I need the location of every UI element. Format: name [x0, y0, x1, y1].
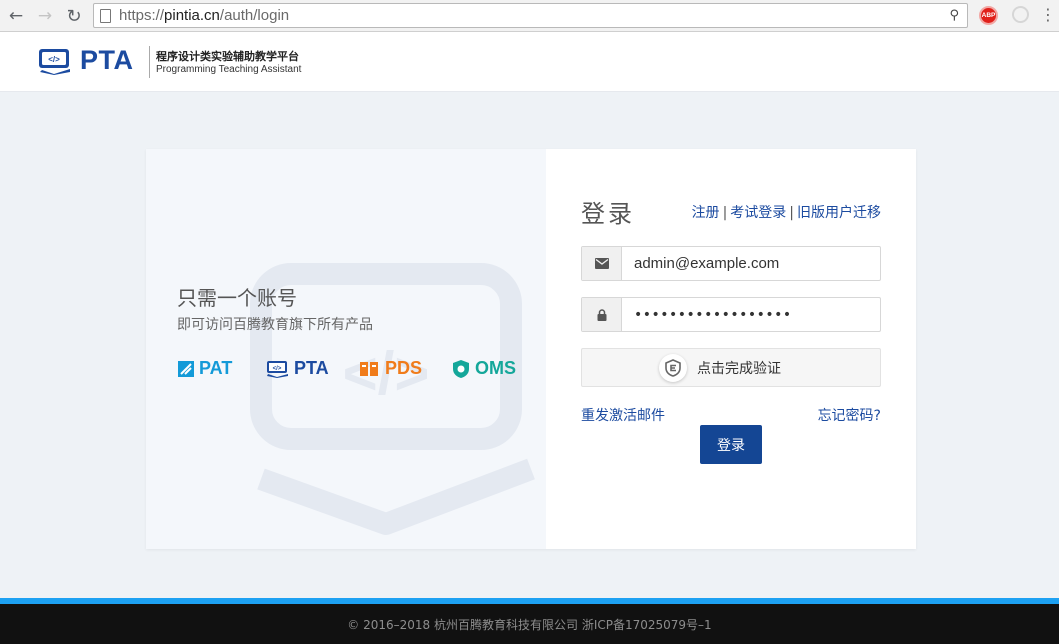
captcha-label: 点击完成验证 — [697, 360, 781, 377]
brand-oms[interactable]: OMS — [451, 358, 516, 379]
logo-divider — [149, 46, 150, 78]
pat-icon — [178, 360, 194, 377]
captcha-shield-icon — [659, 353, 687, 382]
back-icon[interactable]: ← — [4, 4, 28, 28]
login-panel: 登录 注册|考试登录|旧版用户迁移 •••••••••••••••••• 点击完… — [546, 149, 916, 549]
envelope-icon — [594, 258, 609, 269]
brand-pat[interactable]: PAT — [177, 358, 232, 379]
logo-title-en: Programming Teaching Assistant — [156, 64, 302, 75]
captcha-button[interactable]: 点击完成验证 — [581, 348, 881, 387]
svg-text:</>: </> — [273, 366, 282, 372]
browser-toolbar: ← → ↻ https://pintia.cn/auth/login ⚲ ABP… — [0, 0, 1059, 32]
pta-icon: </> — [267, 360, 288, 378]
svg-text:</>: </> — [48, 55, 60, 64]
brand-pta[interactable]: </> PTA — [266, 358, 329, 379]
promo-panel: </> 只需一个账号 即可访问百腾教育旗下所有产品 PAT </> PTA PD… — [146, 149, 546, 549]
key-icon[interactable]: ⚲ — [949, 8, 959, 23]
email-addon — [582, 247, 622, 280]
forward-icon[interactable]: → — [33, 4, 57, 28]
link-separator: | — [722, 205, 728, 221]
pds-icon — [360, 361, 378, 376]
page-icon — [100, 8, 111, 23]
reload-icon[interactable]: ↻ — [62, 4, 86, 28]
email-input[interactable] — [622, 247, 880, 280]
site-header: </> PTA 程序设计类实验辅助教学平台 Programming Teachi… — [0, 32, 1059, 92]
promo-subtitle: 即可访问百腾教育旗下所有产品 — [177, 317, 373, 333]
email-field — [581, 246, 881, 281]
register-link[interactable]: 注册 — [692, 205, 720, 221]
lock-icon — [597, 308, 606, 321]
legacy-migration-link[interactable]: 旧版用户迁移 — [797, 205, 881, 221]
password-addon — [582, 298, 622, 331]
auth-links: 注册 | 考试登录 | 旧版用户迁移 — [692, 202, 881, 222]
brand-list: PAT </> PTA PDS OMS — [177, 358, 522, 384]
link-separator: | — [789, 205, 794, 221]
logo-title-cn: 程序设计类实验辅助教学平台 — [156, 50, 299, 63]
site-footer: © 2016–2018 杭州百腾教育科技有限公司 浙ICP备17025079号–… — [0, 604, 1059, 644]
login-card: </> 只需一个账号 即可访问百腾教育旗下所有产品 PAT </> PTA PD… — [146, 149, 916, 549]
promo-title: 只需一个账号 — [177, 286, 297, 310]
pta-logo-icon[interactable]: </> — [38, 48, 74, 75]
extension-icon[interactable] — [1012, 6, 1029, 23]
resend-activation-link[interactable]: 重发激活邮件 — [581, 405, 665, 425]
password-field: •••••••••••••••••• — [581, 297, 881, 332]
forgot-password-link[interactable]: 忘记密码? — [818, 405, 881, 425]
login-title: 登录 — [581, 200, 635, 228]
address-bar[interactable]: https://pintia.cn/auth/login ⚲ — [93, 3, 968, 28]
url-text: https://pintia.cn/auth/login — [119, 7, 290, 24]
adblock-icon[interactable]: ABP — [979, 6, 998, 25]
logo-text[interactable]: PTA — [80, 45, 134, 76]
menu-icon[interactable]: ⋮ — [1040, 6, 1056, 24]
brand-pds[interactable]: PDS — [359, 358, 422, 379]
password-input[interactable]: •••••••••••••••••• — [622, 298, 880, 331]
exam-login-link[interactable]: 考试登录 — [730, 205, 786, 221]
login-submit-button[interactable]: 登录 — [700, 425, 762, 464]
copyright-text: © 2016–2018 杭州百腾教育科技有限公司 浙ICP备17025079号–… — [347, 617, 712, 632]
oms-icon — [453, 359, 469, 378]
